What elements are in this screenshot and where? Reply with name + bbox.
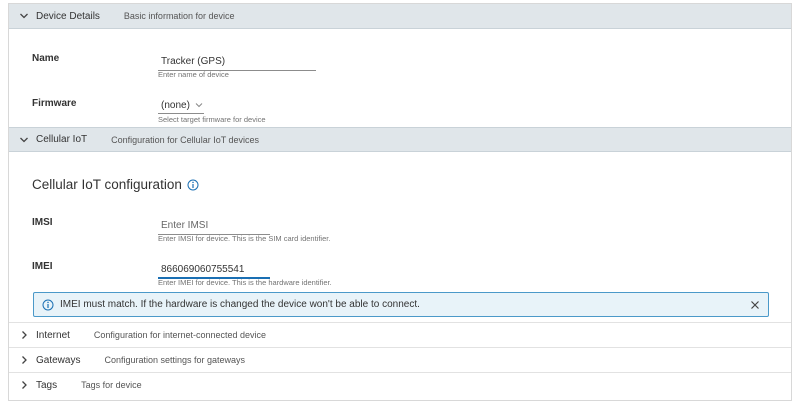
section-header-internet[interactable]: Internet Configuration for internet-conn…: [9, 322, 791, 347]
imsi-field-wrapper: [158, 215, 270, 235]
chevron-right-icon: [17, 328, 31, 342]
cellular-config-title: Cellular IoT configuration: [32, 177, 182, 192]
firmware-select[interactable]: (none): [158, 97, 204, 114]
firmware-label: Firmware: [32, 98, 77, 109]
imsi-input[interactable]: [158, 217, 270, 235]
imsi-label: IMSI: [32, 217, 53, 228]
chevron-down-icon: [17, 133, 31, 147]
alert-message: IMEI must match. If the hardware is chan…: [60, 299, 420, 310]
firmware-selected-value: (none): [161, 99, 190, 111]
section-header-gateways[interactable]: Gateways Configuration settings for gate…: [9, 347, 791, 372]
section-title: Tags: [36, 379, 58, 391]
device-form: Device Details Basic information for dev…: [8, 3, 792, 401]
section-description: Basic information for device: [123, 11, 235, 21]
section-description: Configuration settings for gateways: [104, 355, 246, 365]
section-header-device-details[interactable]: Device Details Basic information for dev…: [9, 4, 791, 29]
info-icon: [42, 299, 54, 311]
section-title: Internet: [36, 329, 70, 341]
imei-hint: Enter IMEI for device. This is the hardw…: [158, 278, 332, 287]
imei-field-wrapper: [158, 259, 270, 279]
section-description: Tags for device: [81, 380, 142, 390]
imei-label: IMEI: [32, 261, 53, 272]
firmware-hint: Select target firmware for device: [158, 115, 266, 124]
section-title: Gateways: [36, 354, 81, 366]
section-header-tags[interactable]: Tags Tags for device: [9, 372, 791, 397]
imei-input[interactable]: [158, 262, 270, 279]
info-alert: IMEI must match. If the hardware is chan…: [33, 292, 769, 317]
section-title: Cellular IoT: [36, 134, 88, 145]
section-title: Device Details: [36, 10, 100, 22]
imsi-hint: Enter IMSI for device. This is the SIM c…: [158, 234, 331, 243]
chevron-down-icon: [17, 9, 31, 23]
chevron-right-icon: [17, 353, 31, 367]
name-input[interactable]: [158, 53, 316, 71]
section-header-cellular-iot[interactable]: Cellular IoT Configuration for Cellular …: [9, 127, 791, 152]
name-label: Name: [32, 53, 60, 64]
chevron-down-icon: [195, 102, 203, 108]
name-hint: Enter name of device: [158, 70, 229, 79]
section-description: Configuration for Cellular IoT devices: [111, 134, 260, 145]
chevron-right-icon: [17, 378, 31, 392]
cellular-config-heading: Cellular IoT configuration: [32, 177, 199, 192]
info-icon[interactable]: [187, 179, 199, 191]
section-description: Configuration for internet-connected dev…: [93, 330, 267, 340]
name-field-wrapper: [158, 51, 316, 71]
close-icon[interactable]: [750, 300, 760, 310]
